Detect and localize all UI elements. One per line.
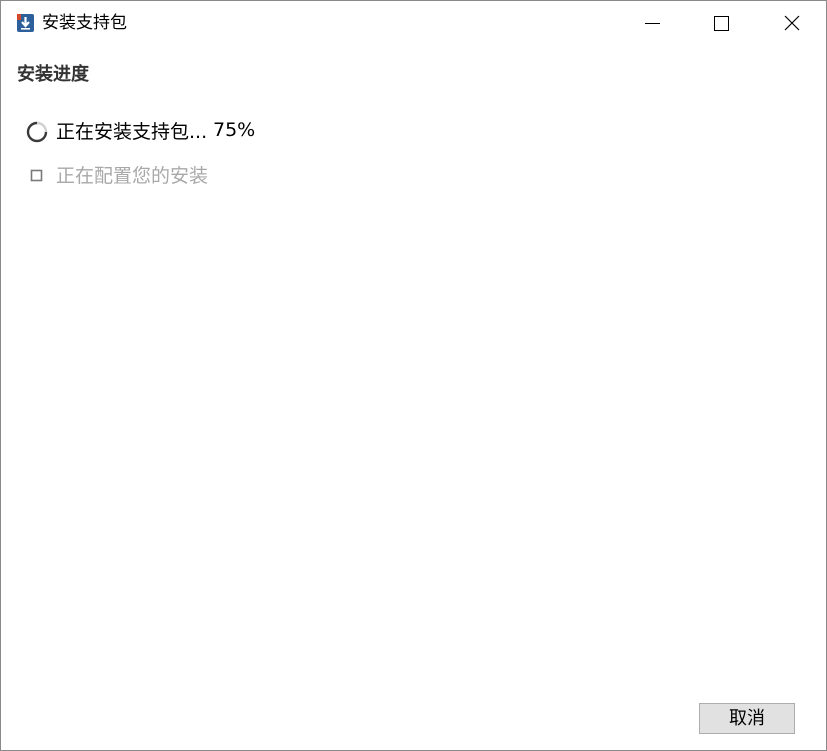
install-progress-heading: 安装进度 — [17, 64, 89, 85]
step-label: 正在配置您的安装 — [56, 165, 209, 187]
installer-window: 安装支持包 安装进度 正在安装支持包... 75% 正在配置您的安装 取消 — [0, 0, 827, 751]
close-icon — [784, 15, 800, 31]
download-package-icon — [17, 14, 34, 32]
maximize-icon — [714, 16, 729, 31]
title-bar[interactable]: 安装支持包 — [1, 1, 826, 45]
close-button[interactable] — [756, 1, 826, 45]
minimize-icon — [645, 23, 660, 24]
step-label: 正在安装支持包... — [56, 121, 208, 143]
step-progress-percent: 75% — [213, 119, 256, 141]
spinner-icon — [26, 121, 48, 143]
maximize-button[interactable] — [686, 1, 756, 45]
cancel-button[interactable]: 取消 — [699, 703, 795, 734]
window-title: 安装支持包 — [42, 13, 127, 33]
pending-square-icon — [30, 169, 43, 182]
minimize-button[interactable] — [618, 1, 688, 45]
